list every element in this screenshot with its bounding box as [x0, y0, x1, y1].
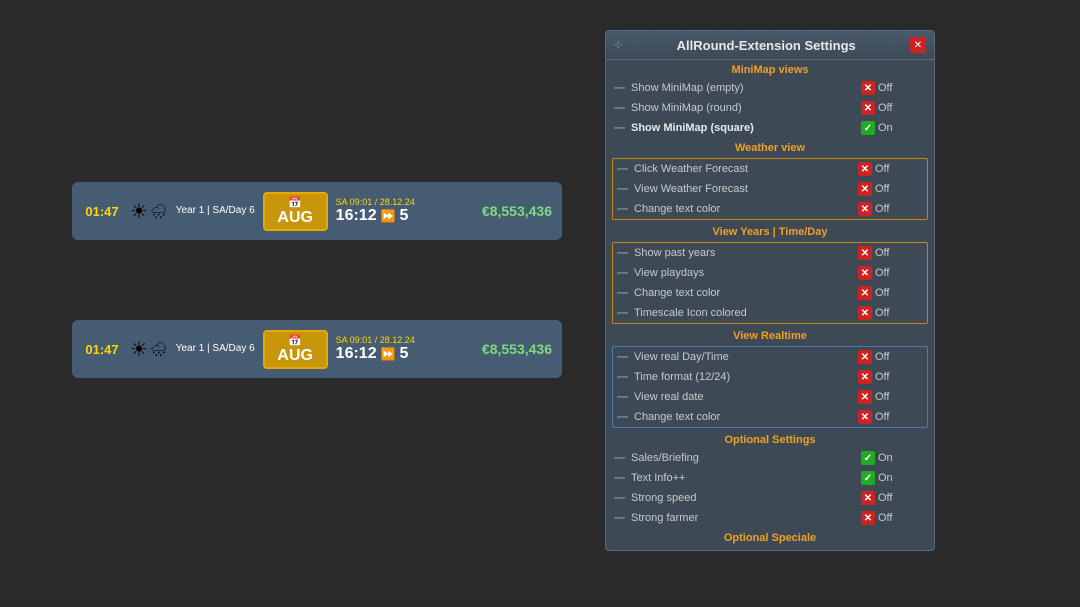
clock-block-top: SA 09:01 / 28.12.24 16:12 ⏩ 5 — [336, 197, 421, 225]
realtime-section-box: — View real Day/Time ✕ Off — Time format… — [612, 346, 928, 428]
toggle-icon-real-date: ✕ — [858, 390, 872, 404]
toggle-realtime-text-color[interactable]: ✕ Off — [858, 410, 923, 424]
toggle-icon-minimap-empty: ✕ — [861, 81, 875, 95]
row-minimap-empty[interactable]: — Show MiniMap (empty) ✕ Off — [606, 78, 934, 98]
sun-icon-bottom: ☀ — [130, 337, 148, 362]
toggle-icon-weather-text-color: ✕ — [858, 202, 872, 216]
money-top: €8,553,436 — [482, 203, 552, 219]
row-timescale-icon[interactable]: — Timescale Icon colored ✕ Off — [613, 303, 927, 323]
row-text-info[interactable]: — Text Info++ ✓ On — [606, 468, 934, 488]
settings-panel: ⊹ AllRound-Extension Settings ✕ MiniMap … — [605, 30, 935, 551]
toggle-icon-click-weather: ✕ — [858, 162, 872, 176]
toggle-click-weather[interactable]: ✕ Off — [858, 162, 923, 176]
toggle-show-past-years[interactable]: ✕ Off — [858, 246, 923, 260]
row-realtime-text-color[interactable]: — Change text color ✕ Off — [613, 407, 927, 427]
row-weather-text-color[interactable]: — Change text color ✕ Off — [613, 199, 927, 219]
weather-section-box: — Click Weather Forecast ✕ Off — View We… — [612, 158, 928, 220]
toggle-view-playdays[interactable]: ✕ Off — [858, 266, 923, 280]
panel-time-bottom: 01:47 — [82, 342, 122, 357]
row-view-playdays[interactable]: — View playdays ✕ Off — [613, 263, 927, 283]
toggle-icon-minimap-square: ✓ — [861, 121, 875, 135]
toggle-icon-realtime-text-color: ✕ — [858, 410, 872, 424]
section-minimap-header: MiniMap views — [606, 60, 934, 78]
row-years-text-color[interactable]: — Change text color ✕ Off — [613, 283, 927, 303]
year-day-top: Year 1 | SA/Day 6 — [176, 204, 255, 218]
toggle-timescale-icon[interactable]: ✕ Off — [858, 306, 923, 320]
row-view-real-date[interactable]: — View real date ✕ Off — [613, 387, 927, 407]
toggle-time-format[interactable]: ✕ Off — [858, 370, 923, 384]
toggle-view-real-date[interactable]: ✕ Off — [858, 390, 923, 404]
toggle-icon-timescale: ✕ — [858, 306, 872, 320]
toggle-icon-minimap-round: ✕ — [861, 101, 875, 115]
panel-time-top: 01:47 — [82, 204, 122, 219]
sun-icon-top: ☀ — [130, 199, 148, 224]
speed-icon-bottom: ⏩ — [381, 347, 396, 361]
toggle-icon-past-years: ✕ — [858, 246, 872, 260]
move-icon: ⊹ — [614, 40, 622, 51]
row-time-format[interactable]: — Time format (12/24) ✕ Off — [613, 367, 927, 387]
toggle-icon-strong-farmer: ✕ — [861, 511, 875, 525]
toggle-strong-farmer[interactable]: ✕ Off — [861, 511, 926, 525]
row-view-real-daytime[interactable]: — View real Day/Time ✕ Off — [613, 347, 927, 367]
year-day-bottom: Year 1 | SA/Day 6 — [176, 342, 255, 356]
calendar-bottom: 📅 AUG — [263, 330, 328, 369]
toggle-icon-years-text-color: ✕ — [858, 286, 872, 300]
section-optional-header: Optional Settings — [606, 430, 934, 448]
cloud-icon-bottom: 🌧 — [150, 341, 168, 358]
toggle-icon-sales-briefing: ✓ — [861, 451, 875, 465]
settings-title: AllRound-Extension Settings — [622, 38, 910, 53]
row-sales-briefing[interactable]: — Sales/Briefing ✓ On — [606, 448, 934, 468]
calendar-top: 📅 AUG — [263, 192, 328, 231]
toggle-sales-briefing[interactable]: ✓ On — [861, 451, 926, 465]
toggle-weather-text-color[interactable]: ✕ Off — [858, 202, 923, 216]
toggle-icon-text-info: ✓ — [861, 471, 875, 485]
row-view-weather[interactable]: — View Weather Forecast ✕ Off — [613, 179, 927, 199]
section-years-header: View Years | Time/Day — [606, 222, 934, 240]
toggle-years-text-color[interactable]: ✕ Off — [858, 286, 923, 300]
settings-title-bar: ⊹ AllRound-Extension Settings ✕ — [606, 31, 934, 60]
row-click-weather[interactable]: — Click Weather Forecast ✕ Off — [613, 159, 927, 179]
toggle-strong-speed[interactable]: ✕ Off — [861, 491, 926, 505]
row-minimap-square[interactable]: — Show MiniMap (square) ✓ On — [606, 118, 934, 138]
clock-block-bottom: SA 09:01 / 28.12.24 16:12 ⏩ 5 — [336, 335, 421, 363]
section-realtime-header: View Realtime — [606, 326, 934, 344]
speed-icon-top: ⏩ — [381, 209, 396, 223]
section-weather-header: Weather view — [606, 138, 934, 156]
row-show-past-years[interactable]: — Show past years ✕ Off — [613, 243, 927, 263]
toggle-icon-real-daytime: ✕ — [858, 350, 872, 364]
row-strong-speed[interactable]: — Strong speed ✕ Off — [606, 488, 934, 508]
section-speciale-header: Optional Speciale — [606, 528, 934, 550]
toggle-view-weather[interactable]: ✕ Off — [858, 182, 923, 196]
years-section-box: — Show past years ✕ Off — View playdays … — [612, 242, 928, 324]
toggle-minimap-square[interactable]: ✓ On — [861, 121, 926, 135]
toggle-text-info[interactable]: ✓ On — [861, 471, 926, 485]
close-button[interactable]: ✕ — [910, 37, 926, 53]
cloud-icon-top: 🌧 — [150, 203, 168, 220]
toggle-view-real-daytime[interactable]: ✕ Off — [858, 350, 923, 364]
game-panel-bottom: 01:47 ☀ 🌧 Year 1 | SA/Day 6 📅 AUG SA 09:… — [72, 320, 562, 378]
toggle-icon-strong-speed: ✕ — [861, 491, 875, 505]
game-panel-top: 01:47 ☀ 🌧 Year 1 | SA/Day 6 📅 AUG SA 09:… — [72, 182, 562, 240]
toggle-icon-view-playdays: ✕ — [858, 266, 872, 280]
row-minimap-round[interactable]: — Show MiniMap (round) ✕ Off — [606, 98, 934, 118]
money-bottom: €8,553,436 — [482, 341, 552, 357]
toggle-minimap-round[interactable]: ✕ Off — [861, 101, 926, 115]
toggle-minimap-empty[interactable]: ✕ Off — [861, 81, 926, 95]
row-strong-farmer[interactable]: — Strong farmer ✕ Off — [606, 508, 934, 528]
toggle-icon-time-format: ✕ — [858, 370, 872, 384]
toggle-icon-view-weather: ✕ — [858, 182, 872, 196]
